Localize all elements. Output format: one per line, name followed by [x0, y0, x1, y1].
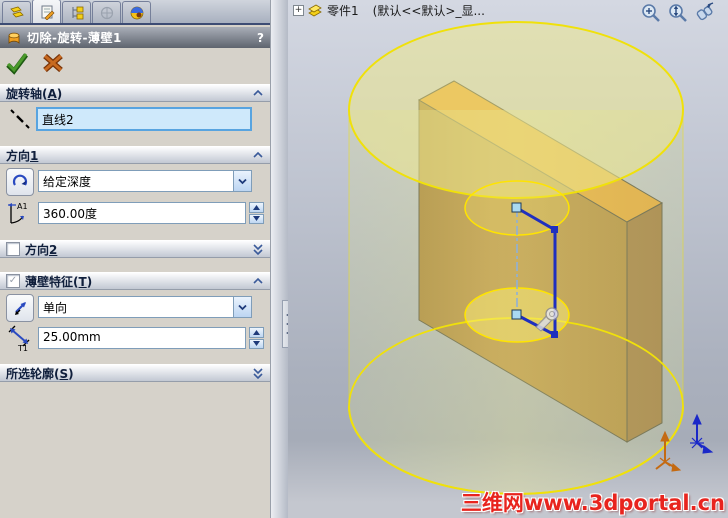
feature-tree-flyout: + 零件1 (默认<<默认>_显...	[293, 2, 485, 19]
thickness-spinner	[249, 327, 264, 349]
thin-feature-checkbox[interactable]: ✓	[6, 274, 20, 288]
cancel-button[interactable]	[40, 50, 66, 76]
thickness-icon: T1	[8, 325, 30, 353]
collapse-chevron-icon[interactable]	[252, 88, 264, 98]
reverse-thin-direction-button[interactable]	[6, 294, 34, 322]
axis-selection-field[interactable]: 直线2	[36, 107, 252, 131]
display-manager-icon	[130, 6, 143, 19]
svg-text:T1: T1	[17, 344, 28, 353]
thin-type-dropdown[interactable]: 单向	[38, 296, 252, 318]
panel-splitter[interactable]	[270, 0, 288, 518]
dimxpert-icon	[100, 6, 113, 19]
manager-tab-bar	[0, 0, 270, 25]
section-thin-feature[interactable]: ✓ 薄壁特征(T)	[0, 272, 270, 290]
view-toolbar	[640, 2, 726, 24]
reverse-arrows-icon	[15, 302, 26, 315]
section-direction2[interactable]: 方向2	[0, 240, 270, 258]
graphics-area[interactable]: + 零件1 (默认<<默认>_显... 三维网www.3dportal.cn	[288, 0, 728, 518]
end-condition-dropdown[interactable]: 给定深度	[38, 170, 252, 192]
sketch-endpoint-top[interactable]	[511, 202, 522, 213]
section-direction1[interactable]: 方向1	[0, 146, 270, 164]
origin-triad	[690, 413, 714, 454]
configuration-manager-icon	[72, 6, 83, 19]
tree-expand-button[interactable]: +	[293, 5, 304, 16]
ok-button[interactable]	[4, 50, 30, 76]
tab-dimxpert-manager[interactable]	[92, 1, 121, 23]
collapse-chevron-icon[interactable]	[252, 276, 264, 286]
part-icon	[308, 4, 322, 16]
tree-config-name[interactable]: (默认<<默认>_显...	[373, 2, 485, 19]
model-scene	[348, 21, 714, 495]
angle-value-field[interactable]: 360.00度	[38, 202, 246, 224]
revolve-angle-icon: A1	[8, 202, 28, 224]
centerline-icon	[10, 109, 30, 129]
sketch-endpoint-bottom[interactable]	[511, 309, 522, 320]
section-axis-of-revolution[interactable]: 旋转轴(A)	[0, 84, 270, 102]
spinner-up-button[interactable]	[249, 327, 264, 338]
watermark-text: 三维网www.3dportal.cn	[460, 491, 725, 515]
section-selected-contours[interactable]: 所选轮廓(S)	[0, 364, 270, 382]
zoom-in-out-icon[interactable]	[667, 2, 689, 24]
sketch-vertex[interactable]	[551, 226, 558, 233]
revolve-cut-preview	[348, 21, 684, 495]
spinner-down-button[interactable]	[249, 338, 264, 349]
panel-title: 切除-旋转-薄壁1	[27, 31, 122, 45]
revolve-cut-feature-icon	[8, 32, 20, 44]
zoom-area-icon[interactable]	[640, 2, 662, 24]
sketch-vertex[interactable]	[551, 331, 558, 338]
dropdown-chevron-icon[interactable]	[233, 297, 251, 317]
property-manager-panel: 切除-旋转-薄壁1 ? 旋转轴(A) 直线2 方向1 给定深度 A1 360.0…	[0, 0, 270, 518]
help-button[interactable]: ?	[257, 31, 264, 45]
thickness-value-field[interactable]: 25.00mm	[38, 327, 246, 349]
angle-spinner	[249, 202, 264, 224]
panel-title-bar: 切除-旋转-薄壁1 ?	[0, 27, 270, 48]
view-seek-icon[interactable]	[694, 2, 716, 24]
expand-chevron-icon[interactable]	[252, 367, 264, 380]
tab-display-manager[interactable]	[122, 1, 151, 23]
svg-text:A1: A1	[17, 202, 28, 211]
tab-feature-manager-tree[interactable]	[2, 1, 31, 23]
dropdown-chevron-icon[interactable]	[233, 171, 251, 191]
solidworks-window: 切除-旋转-薄壁1 ? 旋转轴(A) 直线2 方向1 给定深度 A1 360.0…	[0, 0, 728, 518]
circular-arrow-icon	[12, 174, 28, 186]
expand-chevron-icon[interactable]	[252, 243, 264, 256]
tab-configuration-manager[interactable]	[62, 1, 91, 23]
tree-part-name[interactable]: 零件1	[327, 2, 359, 19]
tab-property-manager[interactable]	[32, 0, 61, 23]
collapse-chevron-icon[interactable]	[252, 150, 264, 160]
reverse-revolve-direction-button[interactable]	[6, 168, 34, 196]
spinner-down-button[interactable]	[249, 213, 264, 224]
property-manager-icon	[41, 5, 54, 20]
spinner-up-button[interactable]	[249, 202, 264, 213]
direction2-checkbox[interactable]	[6, 242, 20, 256]
feature-tree-icon	[9, 6, 24, 17]
cylinder-top-ellipse	[348, 21, 684, 199]
